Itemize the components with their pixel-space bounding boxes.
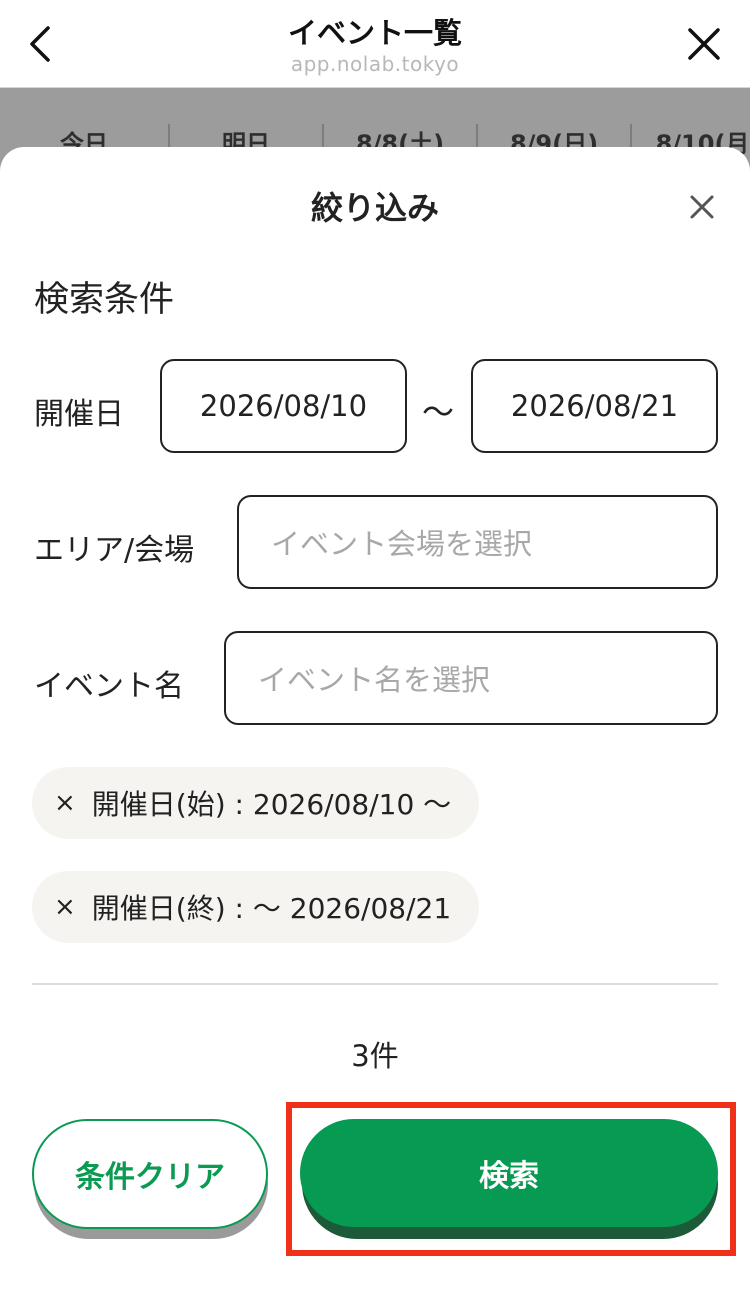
- event-name-label: イベント名: [34, 669, 184, 704]
- section-title: 検索条件: [34, 280, 175, 320]
- date-separator: 〜: [422, 393, 455, 431]
- end-date-field[interactable]: 2026/08/21: [471, 359, 718, 453]
- event-name-select[interactable]: イベント名を選択: [224, 631, 718, 725]
- filter-chip-end-date[interactable]: × 開催日(終) : 〜 2026/08/21: [32, 871, 480, 943]
- date-label: 開催日: [34, 397, 124, 432]
- chip-label: 開催日(始) : 2026/08/10 〜: [91, 788, 452, 821]
- close-icon[interactable]: [688, 193, 716, 221]
- highlight-box: [286, 1102, 736, 1256]
- filter-chip-start-date[interactable]: × 開催日(始) : 2026/08/10 〜: [32, 767, 480, 839]
- sheet-title: 絞り込み: [310, 189, 439, 227]
- chip-label: 開催日(終) : 〜 2026/08/21: [91, 892, 452, 925]
- browser-header: イベント一覧 app.nolab.tokyo: [0, 0, 750, 88]
- page-url: app.nolab.tokyo: [290, 52, 460, 76]
- clear-conditions-button[interactable]: 条件クリア: [32, 1119, 268, 1229]
- close-icon[interactable]: [684, 24, 724, 64]
- remove-chip-icon[interactable]: ×: [54, 788, 76, 818]
- area-label: エリア/会場: [34, 533, 195, 568]
- start-date-field[interactable]: 2026/08/10: [160, 359, 407, 453]
- venue-select[interactable]: イベント会場を選択: [237, 495, 718, 589]
- remove-chip-icon[interactable]: ×: [54, 892, 76, 922]
- result-count: 3件: [351, 1039, 399, 1073]
- divider: [32, 983, 718, 985]
- page-title: イベント一覧: [287, 16, 462, 50]
